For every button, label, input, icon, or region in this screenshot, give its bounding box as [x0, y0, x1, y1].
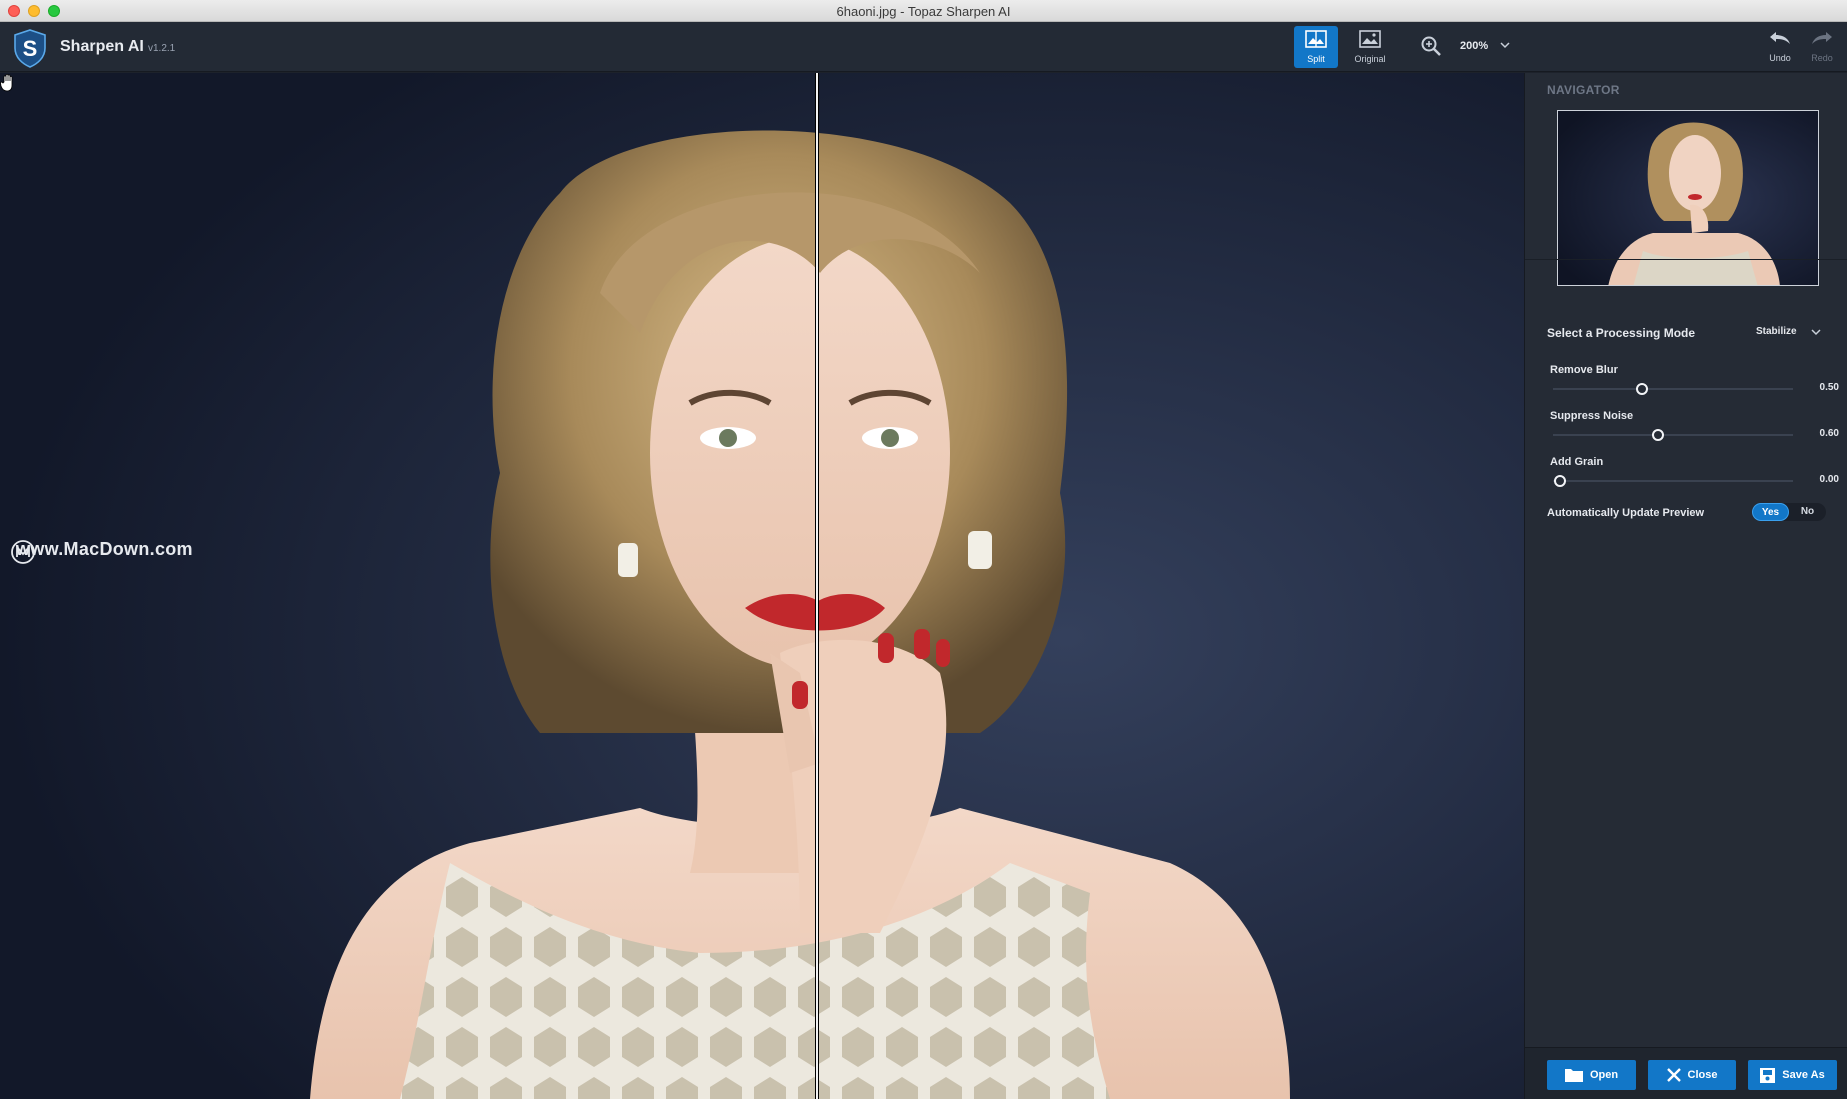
suppress-noise-label: Suppress Noise — [1550, 410, 1634, 422]
original-view-icon — [1359, 30, 1381, 48]
remove-blur-slider[interactable] — [1553, 383, 1793, 395]
split-divider-handle[interactable] — [815, 73, 819, 1099]
chevron-down-icon — [1811, 329, 1821, 336]
split-view-icon — [1305, 30, 1327, 48]
add-grain-label: Add Grain — [1550, 456, 1604, 468]
folder-icon — [1564, 1069, 1583, 1082]
suppress-noise-knob[interactable] — [1652, 429, 1664, 441]
hand-pan-cursor-icon — [0, 73, 13, 92]
save-as-button[interactable]: Save As — [1748, 1060, 1837, 1090]
undo-button[interactable]: Undo — [1762, 30, 1798, 63]
app-name: Sharpen AI — [60, 38, 144, 55]
remove-blur-label: Remove Blur — [1550, 364, 1618, 376]
redo-label: Redo — [1811, 53, 1833, 63]
original-view-label: Original — [1354, 54, 1386, 64]
watermark: www.MacDown.com — [10, 539, 193, 564]
close-button-label: Close — [1687, 1069, 1718, 1081]
sharpen-logo-icon: S — [14, 29, 46, 68]
save-icon — [1760, 1067, 1776, 1083]
processing-mode-value: Stabilize — [1756, 326, 1797, 337]
save-as-button-label: Save As — [1782, 1069, 1825, 1081]
chevron-down-icon — [1500, 42, 1510, 49]
watermark-text: www.MacDown.com — [16, 539, 193, 559]
undo-icon — [1770, 32, 1790, 44]
auto-update-no-option[interactable]: No — [1789, 503, 1826, 521]
zoom-level-select[interactable]: 200% — [1452, 34, 1516, 58]
window-title: 6haoni.jpg - Topaz Sharpen AI — [836, 4, 1011, 19]
action-bar: Open Close Save As — [1525, 1047, 1847, 1099]
app-version: v1.2.1 — [148, 43, 176, 54]
remove-blur-knob[interactable] — [1636, 383, 1648, 395]
app-toolbar: S Sharpen AI v1.2.1 Split Original 200% — [0, 22, 1847, 72]
add-grain-slider[interactable] — [1553, 475, 1793, 487]
navigator-title: NAVIGATOR — [1547, 83, 1620, 97]
close-button[interactable]: Close — [1648, 1060, 1736, 1090]
remove-blur-value: 0.50 — [1819, 382, 1839, 393]
macdown-logo-icon — [11, 540, 35, 564]
auto-update-label: Automatically Update Preview — [1547, 507, 1705, 519]
window-titlebar: 6haoni.jpg - Topaz Sharpen AI — [0, 0, 1847, 22]
add-grain-value: 0.00 — [1819, 474, 1839, 485]
open-button[interactable]: Open — [1547, 1060, 1636, 1090]
split-view-button[interactable]: Split — [1294, 26, 1338, 68]
zoom-level-value: 200% — [1460, 40, 1489, 52]
processing-mode-select[interactable]: Stabilize — [1747, 321, 1829, 343]
auto-update-yes-option[interactable]: Yes — [1752, 503, 1789, 521]
zoom-in-icon[interactable] — [1420, 35, 1442, 57]
processing-mode-label: Select a Processing Mode — [1547, 326, 1696, 340]
settings-panel: NAVIGATOR Select a Processing Mode Stabi… — [1524, 73, 1847, 1099]
close-icon — [1666, 1068, 1681, 1082]
redo-button[interactable]: Redo — [1804, 30, 1840, 63]
open-button-label: Open — [1589, 1069, 1619, 1081]
image-canvas[interactable]: www.MacDown.com — [0, 73, 1524, 1099]
panel-separator — [1525, 259, 1847, 260]
original-view-button[interactable]: Original — [1348, 26, 1392, 68]
redo-icon — [1812, 32, 1832, 44]
svg-text:S: S — [23, 36, 38, 61]
undo-label: Undo — [1769, 53, 1791, 63]
auto-update-toggle: Yes No — [1752, 503, 1826, 521]
portrait-photo — [0, 73, 1524, 1099]
suppress-noise-value: 0.60 — [1819, 428, 1839, 439]
add-grain-knob[interactable] — [1554, 475, 1566, 487]
split-view-label: Split — [1307, 54, 1325, 64]
suppress-noise-slider[interactable] — [1553, 429, 1793, 441]
